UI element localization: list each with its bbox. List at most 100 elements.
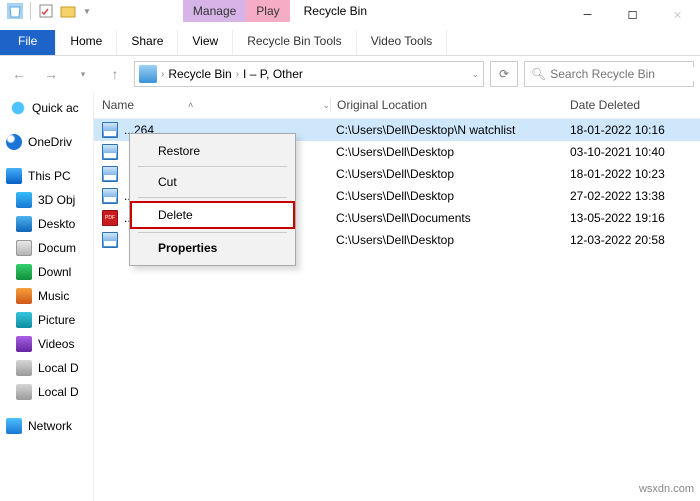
sort-indicator-icon: ˄ [188,100,193,110]
sidebar-item-label: Local D [38,361,79,375]
network-icon [6,418,22,434]
file-original-location: C:\Users\Dell\Desktop [330,233,564,247]
menu-separator [138,197,287,198]
sidebar-item-downloads[interactable]: Downl [6,260,93,284]
context-tab-play[interactable]: Play [246,0,289,22]
sidebar-item-label: Downl [38,265,71,279]
breadcrumb-group[interactable]: I – P, Other [243,67,303,81]
back-button[interactable]: ← [6,61,32,87]
file-original-location: C:\Users\Dell\Desktop [330,189,564,203]
quick-access-toolbar: ▼ [0,0,95,22]
sidebar-item-label: 3D Obj [38,193,75,207]
sidebar-item-pictures[interactable]: Picture [6,308,93,332]
maximize-button[interactable]: ☐ [610,0,655,30]
video-file-icon [102,122,118,138]
pdf-file-icon [102,210,118,226]
recycle-bin-icon[interactable] [6,2,24,20]
sidebar-item-label: This PC [28,169,71,183]
star-icon [10,100,26,116]
breadcrumb-sep-icon[interactable]: › [161,69,164,80]
sidebar-item-label: Local D [38,385,79,399]
column-original-location[interactable]: Original Location [330,98,564,112]
file-original-location: C:\Users\Dell\Desktop [330,167,564,181]
menu-item-cut[interactable]: Cut [132,170,293,194]
watermark: wsxdn.com [639,483,694,495]
cloud-icon [6,134,22,150]
addr-dropdown-icon[interactable]: ⌄ [471,69,479,80]
chevron-down-icon[interactable]: ⌄ [322,100,330,111]
context-tab-manage[interactable]: Manage [183,0,246,22]
close-button[interactable]: ✕ [655,0,700,30]
address-bar[interactable]: › Recycle Bin › I – P, Other ⌄ [134,61,484,87]
downloads-icon [16,264,32,280]
tab-home[interactable]: Home [56,30,117,55]
sidebar-item-local-disk-2[interactable]: Local D [6,380,93,404]
sidebar-item-documents[interactable]: Docum [6,236,93,260]
recycle-bin-icon [139,65,157,83]
sidebar-item-label: Quick ac [32,101,79,115]
search-icon: 🔍︎ [531,67,546,81]
pictures-icon [16,312,32,328]
context-menu: Restore Cut Delete Properties [129,133,296,266]
disk-icon [16,384,32,400]
tab-file[interactable]: File [0,30,56,55]
window-buttons: ─ ☐ ✕ [565,0,700,30]
sidebar-item-network[interactable]: Network [6,414,93,438]
music-icon [16,288,32,304]
minimize-button[interactable]: ─ [565,0,610,30]
sidebar-item-quick-access[interactable]: Quick ac [10,96,93,120]
body: Quick ac OneDriv This PC 3D Obj Deskto D… [0,92,700,501]
search-box[interactable]: 🔍︎ [524,61,694,87]
qat-dropdown[interactable]: ▼ [83,7,91,16]
file-original-location: C:\Users\Dell\Documents [330,211,564,225]
sidebar-item-local-disk-1[interactable]: Local D [6,356,93,380]
properties-icon[interactable] [37,2,55,20]
menu-item-delete[interactable]: Delete [130,201,295,229]
tab-share[interactable]: Share [117,30,178,55]
column-date-deleted[interactable]: Date Deleted [564,98,700,112]
file-date-deleted: 27-02-2022 13:38 [564,189,700,203]
sidebar-item-label: OneDriv [28,135,72,149]
search-input[interactable] [550,67,700,81]
video-file-icon [102,144,118,160]
menu-separator [138,166,287,167]
video-file-icon [102,232,118,248]
disk-icon [16,360,32,376]
column-name[interactable]: Name˄⌄ [102,98,330,112]
divider [30,2,31,20]
ribbon: File Home Share View Recycle Bin Tools V… [0,30,700,56]
cube-icon [16,192,32,208]
sidebar-item-onedrive[interactable]: OneDriv [6,130,93,154]
titlebar: ▼ Manage Play Recycle Bin ─ ☐ ✕ [0,0,700,30]
file-date-deleted: 18-01-2022 10:16 [564,123,700,137]
navigation-row: ← → ▾ ↑ › Recycle Bin › I – P, Other ⌄ ⟳… [0,56,700,92]
sidebar-item-3d-objects[interactable]: 3D Obj [6,188,93,212]
recent-dropdown[interactable]: ▾ [70,61,96,87]
file-date-deleted: 13-05-2022 19:16 [564,211,700,225]
sidebar-item-desktop[interactable]: Deskto [6,212,93,236]
refresh-button[interactable]: ⟳ [490,61,518,87]
window-title: Recycle Bin [304,0,367,18]
tab-view[interactable]: View [178,30,233,55]
video-file-icon [102,188,118,204]
file-original-location: C:\Users\Dell\Desktop\N watchlist [330,123,564,137]
tab-recycle-tools[interactable]: Recycle Bin Tools [233,30,357,55]
breadcrumb-sep-icon[interactable]: › [236,69,239,80]
desktop-icon [16,216,32,232]
sidebar-item-videos[interactable]: Videos [6,332,93,356]
up-button[interactable]: ↑ [102,61,128,87]
menu-item-restore[interactable]: Restore [132,139,293,163]
file-date-deleted: 12-03-2022 20:58 [564,233,700,247]
sidebar-item-music[interactable]: Music [6,284,93,308]
documents-icon [16,240,32,256]
file-date-deleted: 03-10-2021 10:40 [564,145,700,159]
breadcrumb-recycle-bin[interactable]: Recycle Bin [168,67,231,81]
tab-video-tools[interactable]: Video Tools [357,30,448,55]
pc-icon [6,168,22,184]
menu-item-properties[interactable]: Properties [132,236,293,260]
sidebar-item-label: Docum [38,241,76,255]
sidebar-item-this-pc[interactable]: This PC [6,164,93,188]
folder-icon[interactable] [59,2,77,20]
sidebar: Quick ac OneDriv This PC 3D Obj Deskto D… [0,92,94,501]
forward-button[interactable]: → [38,61,64,87]
